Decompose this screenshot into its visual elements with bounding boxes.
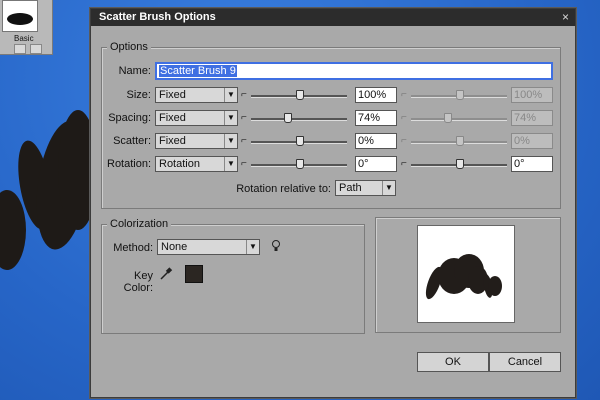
spacing-max-value: 74%: [511, 110, 553, 126]
brush-stroke-icon: [7, 13, 33, 25]
slider-thumb[interactable]: [296, 90, 304, 100]
rotation-max-slider[interactable]: ⌐: [401, 158, 507, 170]
slider-cap-icon: ⌐: [241, 112, 247, 123]
slider-cap-icon: ⌐: [401, 89, 407, 100]
colorization-legend: Colorization: [107, 218, 172, 230]
slider-thumb: [456, 136, 464, 146]
scatter-max-value: 0%: [511, 133, 553, 149]
scatter-min-value[interactable]: 0%: [355, 133, 397, 149]
spacing-variation-value: Fixed: [159, 112, 186, 124]
slider-thumb[interactable]: [456, 159, 464, 169]
size-variation-select[interactable]: Fixed ▼: [155, 87, 238, 103]
rotation-variation-select[interactable]: Rotation ▼: [155, 156, 238, 172]
scatter-variation-select[interactable]: Fixed ▼: [155, 133, 238, 149]
options-legend: Options: [107, 41, 151, 53]
brush-preview: [417, 225, 515, 323]
slider-track: [411, 118, 507, 121]
size-min-slider[interactable]: ⌐: [241, 89, 347, 101]
method-select[interactable]: None ▼: [157, 239, 260, 255]
dialog-titlebar[interactable]: Scatter Brush Options ×: [91, 9, 575, 26]
panel-button[interactable]: [14, 44, 26, 54]
name-input[interactable]: Scatter Brush 9: [155, 62, 553, 80]
scatter-min-slider[interactable]: ⌐: [241, 135, 347, 147]
spacing-variation-select[interactable]: Fixed ▼: [155, 110, 238, 126]
key-color-swatch[interactable]: [185, 265, 203, 283]
slider-thumb[interactable]: [296, 159, 304, 169]
rotation-relative-value: Path: [339, 182, 362, 194]
scatter-brush-options-dialog: Scatter Brush Options × Options Name: Sc…: [90, 8, 576, 398]
size-max-value: 100%: [511, 87, 553, 103]
close-icon[interactable]: ×: [562, 10, 569, 24]
dialog-title: Scatter Brush Options: [99, 11, 216, 23]
size-variation-value: Fixed: [159, 89, 186, 101]
spacing-min-slider[interactable]: ⌐: [241, 112, 347, 124]
scatter-variation-value: Fixed: [159, 135, 186, 147]
eyedropper-icon-graphic: [160, 267, 173, 280]
name-label: Name:: [118, 65, 151, 77]
chevron-down-icon: ▼: [246, 240, 259, 254]
cancel-button[interactable]: Cancel: [489, 352, 561, 372]
rotation-max-value[interactable]: 0°: [511, 156, 553, 172]
slider-track: [251, 118, 347, 121]
spacing-label: Spacing:: [108, 112, 151, 124]
scatter-label: Scatter:: [113, 135, 151, 147]
slider-thumb[interactable]: [284, 113, 293, 123]
slider-thumb: [456, 90, 464, 100]
rotation-label: Rotation:: [107, 158, 152, 170]
rotation-min-slider[interactable]: ⌐: [241, 158, 347, 170]
size-label: Size:: [126, 89, 151, 101]
size-max-slider: ⌐: [401, 89, 507, 101]
scatter-max-slider: ⌐: [401, 135, 507, 147]
method-value: None: [161, 241, 188, 253]
slider-cap-icon: ⌐: [401, 135, 407, 146]
name-value: Scatter Brush 9: [159, 65, 237, 77]
chevron-down-icon: ▼: [224, 111, 237, 125]
rotation-relative-label: Rotation relative to:: [236, 183, 331, 195]
slider-cap-icon: ⌐: [241, 89, 247, 100]
lightbulb-icon[interactable]: [271, 239, 281, 256]
key-color-label: Key Color:: [123, 270, 153, 294]
eyedropper-icon[interactable]: [159, 267, 173, 284]
rotation-variation-value: Rotation: [159, 158, 200, 170]
slider-cap-icon: ⌐: [401, 112, 407, 123]
chevron-down-icon: ▼: [224, 134, 237, 148]
preview-blob: [488, 276, 502, 296]
chevron-down-icon: ▼: [224, 88, 237, 102]
slider-cap-icon: ⌐: [241, 135, 247, 146]
rotation-min-value[interactable]: 0°: [355, 156, 397, 172]
slider-thumb[interactable]: [296, 136, 304, 146]
slider-thumb: [444, 113, 453, 123]
method-label: Method:: [113, 242, 153, 254]
slider-cap-icon: ⌐: [401, 158, 407, 169]
brush-panel-fragment: Basic: [0, 0, 53, 55]
slider-cap-icon: ⌐: [241, 158, 247, 169]
brush-library-label: Basic: [14, 34, 34, 43]
spacing-min-value[interactable]: 74%: [355, 110, 397, 126]
rotation-relative-select[interactable]: Path ▼: [335, 180, 396, 196]
brush-thumbnail[interactable]: [2, 0, 38, 32]
chevron-down-icon: ▼: [224, 157, 237, 171]
spacing-max-slider: ⌐: [401, 112, 507, 124]
chevron-down-icon: ▼: [382, 181, 395, 195]
size-min-value[interactable]: 100%: [355, 87, 397, 103]
panel-button[interactable]: [30, 44, 42, 54]
lightbulb-icon-graphic: [272, 240, 280, 251]
ok-button[interactable]: OK: [417, 352, 489, 372]
